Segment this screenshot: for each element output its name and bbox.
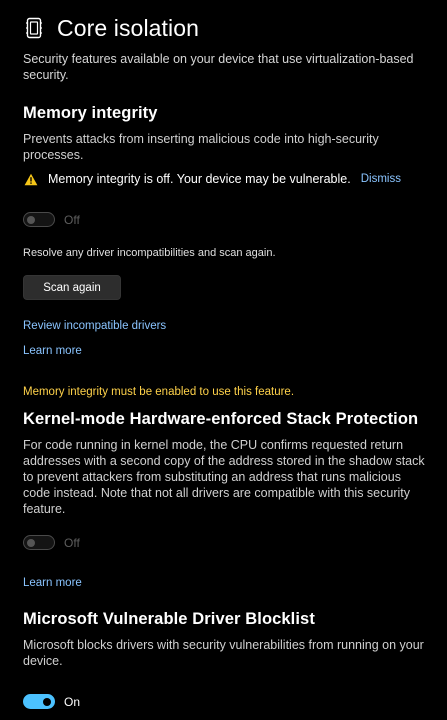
- scan-again-button[interactable]: Scan again: [23, 275, 121, 300]
- stack-protection-toggle-row: Off: [23, 535, 425, 550]
- scan-button-wrap: Scan again: [23, 275, 425, 300]
- stack-protection-description: For code running in kernel mode, the CPU…: [23, 438, 425, 516]
- core-isolation-chip-icon: [23, 15, 45, 41]
- driver-blocklist-toggle[interactable]: [23, 694, 55, 709]
- memory-integrity-toggle-row: Off: [23, 212, 425, 227]
- dismiss-link[interactable]: Dismiss: [361, 173, 401, 185]
- warning-text: Memory integrity is off. Your device may…: [48, 172, 351, 186]
- driver-blocklist-toggle-label: On: [64, 694, 81, 709]
- review-incompatible-drivers-link[interactable]: Review incompatible drivers: [23, 320, 425, 332]
- resolve-driver-text: Resolve any driver incompatibilities and…: [23, 247, 276, 259]
- memory-integrity-toggle[interactable]: [23, 212, 55, 227]
- driver-blocklist-title: Microsoft Vulnerable Driver Blocklist: [23, 610, 315, 628]
- stack-protection-notice: Memory integrity must be enabled to use …: [23, 386, 295, 398]
- stack-protection-toggle[interactable]: [23, 535, 55, 550]
- memory-integrity-toggle-label: Off: [64, 212, 80, 227]
- driver-blocklist-description: Microsoft blocks drivers with security v…: [23, 638, 424, 668]
- core-isolation-page: Core isolation Security features availab…: [0, 0, 447, 720]
- driver-blocklist-toggle-row: On: [23, 694, 425, 709]
- memory-integrity-description: Prevents attacks from inserting maliciou…: [23, 132, 379, 162]
- memory-integrity-warning: Memory integrity is off. Your device may…: [23, 172, 425, 186]
- warning-icon: [24, 173, 38, 186]
- stack-protection-learn-more-link[interactable]: Learn more: [23, 577, 425, 589]
- memory-integrity-learn-more-link[interactable]: Learn more: [23, 345, 425, 357]
- toggle-knob: [27, 215, 35, 224]
- page-title: Core isolation: [57, 14, 200, 41]
- stack-protection-title: Kernel-mode Hardware-enforced Stack Prot…: [23, 410, 419, 428]
- page-intro: Security features available on your devi…: [23, 52, 414, 82]
- toggle-knob: [43, 697, 51, 706]
- page-header: Core isolation: [23, 0, 425, 56]
- stack-protection-toggle-label: Off: [64, 535, 80, 550]
- toggle-knob: [27, 538, 35, 547]
- memory-integrity-title: Memory integrity: [23, 104, 158, 122]
